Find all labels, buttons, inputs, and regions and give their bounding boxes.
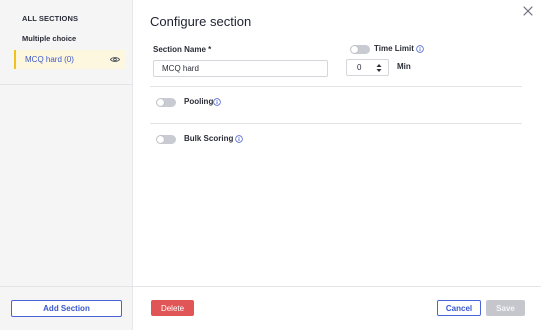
info-icon[interactable] [213,98,221,106]
info-icon[interactable] [235,135,243,143]
time-limit-stepper[interactable]: 0 [346,59,389,76]
section-name-input[interactable] [153,60,328,77]
time-limit-unit: Min [397,62,411,71]
sidebar-header: ALL SECTIONS [22,14,79,23]
section-name-label: Section Name * [153,45,212,54]
sidebar-footer-divider [0,286,133,287]
time-limit-toggle[interactable] [350,45,370,54]
sidebar-item-label: MCQ hard (0) [25,55,74,64]
sidebar-group-label: Multiple choice [22,34,77,43]
stepper-arrows-icon[interactable] [376,63,382,73]
cancel-button[interactable]: Cancel [437,300,481,316]
bulk-scoring-label: Bulk Scoring [184,134,234,143]
divider [150,123,522,124]
divider [150,86,522,87]
close-icon[interactable] [522,5,534,17]
time-limit-label: Time Limit [374,44,414,53]
eye-icon[interactable] [110,56,120,63]
save-button[interactable]: Save [486,300,525,316]
dialog-title: Configure section [150,14,252,29]
pooling-toggle[interactable] [156,98,176,107]
footer-divider [133,286,541,287]
sidebar-item-mcq-hard[interactable]: MCQ hard (0) [14,50,126,69]
time-limit-value: 0 [357,63,362,72]
add-section-button[interactable]: Add Section [11,300,122,317]
delete-button[interactable]: Delete [151,300,194,316]
pooling-label: Pooling [184,97,214,106]
bulk-scoring-toggle[interactable] [156,135,176,144]
sidebar-divider [0,84,133,85]
info-icon[interactable] [416,45,424,53]
sidebar: ALL SECTIONS Multiple choice MCQ hard (0… [0,0,133,330]
